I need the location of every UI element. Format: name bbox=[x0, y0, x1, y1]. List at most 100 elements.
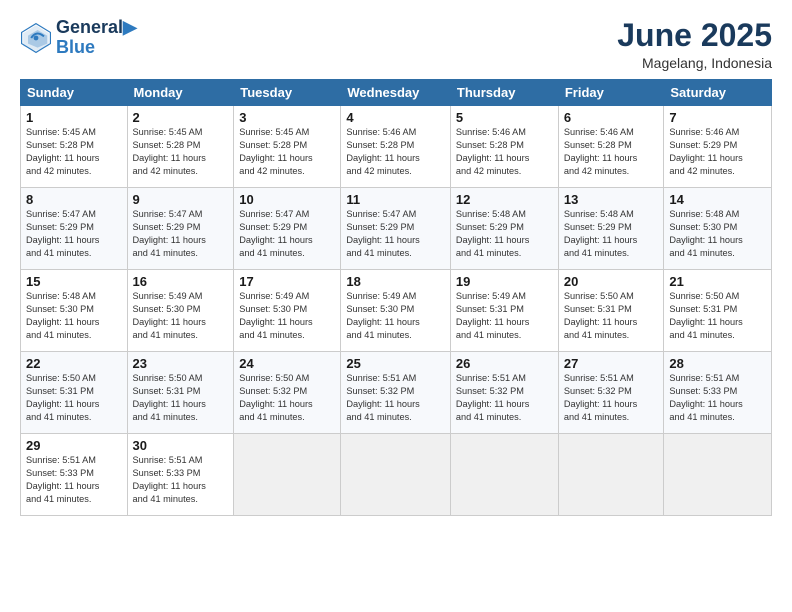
day-number: 19 bbox=[456, 274, 553, 289]
day-number: 27 bbox=[564, 356, 659, 371]
day-info: Sunrise: 5:47 AMSunset: 5:29 PMDaylight:… bbox=[133, 209, 206, 258]
calendar-cell: 5 Sunrise: 5:46 AMSunset: 5:28 PMDayligh… bbox=[450, 106, 558, 188]
day-number: 26 bbox=[456, 356, 553, 371]
calendar-day-header: Sunday bbox=[21, 80, 128, 106]
calendar-cell bbox=[341, 434, 451, 516]
calendar-cell: 29 Sunrise: 5:51 AMSunset: 5:33 PMDaylig… bbox=[21, 434, 128, 516]
page: General▶ Blue June 2025 Magelang, Indone… bbox=[0, 0, 792, 612]
logo-text: General▶ Blue bbox=[56, 18, 137, 58]
day-number: 8 bbox=[26, 192, 122, 207]
day-number: 9 bbox=[133, 192, 229, 207]
calendar-cell: 26 Sunrise: 5:51 AMSunset: 5:32 PMDaylig… bbox=[450, 352, 558, 434]
calendar-cell: 22 Sunrise: 5:50 AMSunset: 5:31 PMDaylig… bbox=[21, 352, 128, 434]
day-number: 2 bbox=[133, 110, 229, 125]
calendar-cell: 20 Sunrise: 5:50 AMSunset: 5:31 PMDaylig… bbox=[558, 270, 664, 352]
calendar-week-row: 22 Sunrise: 5:50 AMSunset: 5:31 PMDaylig… bbox=[21, 352, 772, 434]
calendar-day-header: Wednesday bbox=[341, 80, 451, 106]
day-info: Sunrise: 5:48 AMSunset: 5:30 PMDaylight:… bbox=[669, 209, 742, 258]
day-number: 15 bbox=[26, 274, 122, 289]
day-info: Sunrise: 5:50 AMSunset: 5:31 PMDaylight:… bbox=[669, 291, 742, 340]
day-info: Sunrise: 5:47 AMSunset: 5:29 PMDaylight:… bbox=[239, 209, 312, 258]
calendar-cell: 10 Sunrise: 5:47 AMSunset: 5:29 PMDaylig… bbox=[234, 188, 341, 270]
day-number: 23 bbox=[133, 356, 229, 371]
day-number: 12 bbox=[456, 192, 553, 207]
day-number: 10 bbox=[239, 192, 335, 207]
day-number: 21 bbox=[669, 274, 766, 289]
calendar-cell: 18 Sunrise: 5:49 AMSunset: 5:30 PMDaylig… bbox=[341, 270, 451, 352]
calendar-cell: 2 Sunrise: 5:45 AMSunset: 5:28 PMDayligh… bbox=[127, 106, 234, 188]
day-number: 22 bbox=[26, 356, 122, 371]
calendar-cell: 13 Sunrise: 5:48 AMSunset: 5:29 PMDaylig… bbox=[558, 188, 664, 270]
day-info: Sunrise: 5:46 AMSunset: 5:29 PMDaylight:… bbox=[669, 127, 742, 176]
day-info: Sunrise: 5:51 AMSunset: 5:33 PMDaylight:… bbox=[669, 373, 742, 422]
calendar-week-row: 29 Sunrise: 5:51 AMSunset: 5:33 PMDaylig… bbox=[21, 434, 772, 516]
calendar-week-row: 15 Sunrise: 5:48 AMSunset: 5:30 PMDaylig… bbox=[21, 270, 772, 352]
calendar-cell bbox=[558, 434, 664, 516]
subtitle: Magelang, Indonesia bbox=[617, 55, 772, 71]
calendar-day-header: Tuesday bbox=[234, 80, 341, 106]
day-info: Sunrise: 5:51 AMSunset: 5:32 PMDaylight:… bbox=[346, 373, 419, 422]
calendar-day-header: Saturday bbox=[664, 80, 772, 106]
calendar-cell: 11 Sunrise: 5:47 AMSunset: 5:29 PMDaylig… bbox=[341, 188, 451, 270]
day-info: Sunrise: 5:49 AMSunset: 5:30 PMDaylight:… bbox=[346, 291, 419, 340]
day-number: 18 bbox=[346, 274, 445, 289]
day-info: Sunrise: 5:47 AMSunset: 5:29 PMDaylight:… bbox=[26, 209, 99, 258]
calendar-cell: 21 Sunrise: 5:50 AMSunset: 5:31 PMDaylig… bbox=[664, 270, 772, 352]
day-info: Sunrise: 5:45 AMSunset: 5:28 PMDaylight:… bbox=[26, 127, 99, 176]
calendar-cell: 16 Sunrise: 5:49 AMSunset: 5:30 PMDaylig… bbox=[127, 270, 234, 352]
day-number: 5 bbox=[456, 110, 553, 125]
day-info: Sunrise: 5:45 AMSunset: 5:28 PMDaylight:… bbox=[239, 127, 312, 176]
header: General▶ Blue June 2025 Magelang, Indone… bbox=[20, 18, 772, 71]
day-info: Sunrise: 5:50 AMSunset: 5:32 PMDaylight:… bbox=[239, 373, 312, 422]
calendar-cell: 23 Sunrise: 5:50 AMSunset: 5:31 PMDaylig… bbox=[127, 352, 234, 434]
calendar-cell: 15 Sunrise: 5:48 AMSunset: 5:30 PMDaylig… bbox=[21, 270, 128, 352]
day-info: Sunrise: 5:50 AMSunset: 5:31 PMDaylight:… bbox=[564, 291, 637, 340]
calendar-cell bbox=[234, 434, 341, 516]
title-block: June 2025 Magelang, Indonesia bbox=[617, 18, 772, 71]
day-info: Sunrise: 5:49 AMSunset: 5:30 PMDaylight:… bbox=[133, 291, 206, 340]
calendar-cell: 24 Sunrise: 5:50 AMSunset: 5:32 PMDaylig… bbox=[234, 352, 341, 434]
calendar-cell: 4 Sunrise: 5:46 AMSunset: 5:28 PMDayligh… bbox=[341, 106, 451, 188]
calendar-week-row: 8 Sunrise: 5:47 AMSunset: 5:29 PMDayligh… bbox=[21, 188, 772, 270]
day-number: 20 bbox=[564, 274, 659, 289]
calendar-cell: 12 Sunrise: 5:48 AMSunset: 5:29 PMDaylig… bbox=[450, 188, 558, 270]
calendar-table: SundayMondayTuesdayWednesdayThursdayFrid… bbox=[20, 79, 772, 516]
calendar-header-row: SundayMondayTuesdayWednesdayThursdayFrid… bbox=[21, 80, 772, 106]
day-number: 4 bbox=[346, 110, 445, 125]
calendar-cell: 6 Sunrise: 5:46 AMSunset: 5:28 PMDayligh… bbox=[558, 106, 664, 188]
logo: General▶ Blue bbox=[20, 18, 137, 58]
day-number: 24 bbox=[239, 356, 335, 371]
day-info: Sunrise: 5:46 AMSunset: 5:28 PMDaylight:… bbox=[346, 127, 419, 176]
day-number: 28 bbox=[669, 356, 766, 371]
day-number: 11 bbox=[346, 192, 445, 207]
calendar-day-header: Monday bbox=[127, 80, 234, 106]
calendar-day-header: Thursday bbox=[450, 80, 558, 106]
day-info: Sunrise: 5:49 AMSunset: 5:30 PMDaylight:… bbox=[239, 291, 312, 340]
day-info: Sunrise: 5:51 AMSunset: 5:32 PMDaylight:… bbox=[564, 373, 637, 422]
day-info: Sunrise: 5:50 AMSunset: 5:31 PMDaylight:… bbox=[133, 373, 206, 422]
calendar-cell: 1 Sunrise: 5:45 AMSunset: 5:28 PMDayligh… bbox=[21, 106, 128, 188]
calendar-week-row: 1 Sunrise: 5:45 AMSunset: 5:28 PMDayligh… bbox=[21, 106, 772, 188]
calendar-cell: 14 Sunrise: 5:48 AMSunset: 5:30 PMDaylig… bbox=[664, 188, 772, 270]
calendar-cell: 25 Sunrise: 5:51 AMSunset: 5:32 PMDaylig… bbox=[341, 352, 451, 434]
day-info: Sunrise: 5:51 AMSunset: 5:33 PMDaylight:… bbox=[26, 455, 99, 504]
day-info: Sunrise: 5:46 AMSunset: 5:28 PMDaylight:… bbox=[456, 127, 529, 176]
day-info: Sunrise: 5:48 AMSunset: 5:30 PMDaylight:… bbox=[26, 291, 99, 340]
day-number: 17 bbox=[239, 274, 335, 289]
day-number: 3 bbox=[239, 110, 335, 125]
calendar-cell: 8 Sunrise: 5:47 AMSunset: 5:29 PMDayligh… bbox=[21, 188, 128, 270]
calendar-cell: 9 Sunrise: 5:47 AMSunset: 5:29 PMDayligh… bbox=[127, 188, 234, 270]
day-info: Sunrise: 5:46 AMSunset: 5:28 PMDaylight:… bbox=[564, 127, 637, 176]
day-info: Sunrise: 5:50 AMSunset: 5:31 PMDaylight:… bbox=[26, 373, 99, 422]
day-number: 29 bbox=[26, 438, 122, 453]
day-number: 25 bbox=[346, 356, 445, 371]
day-number: 6 bbox=[564, 110, 659, 125]
day-info: Sunrise: 5:49 AMSunset: 5:31 PMDaylight:… bbox=[456, 291, 529, 340]
calendar-cell: 19 Sunrise: 5:49 AMSunset: 5:31 PMDaylig… bbox=[450, 270, 558, 352]
calendar-cell: 27 Sunrise: 5:51 AMSunset: 5:32 PMDaylig… bbox=[558, 352, 664, 434]
calendar-cell: 28 Sunrise: 5:51 AMSunset: 5:33 PMDaylig… bbox=[664, 352, 772, 434]
day-number: 14 bbox=[669, 192, 766, 207]
calendar-day-header: Friday bbox=[558, 80, 664, 106]
calendar-cell: 17 Sunrise: 5:49 AMSunset: 5:30 PMDaylig… bbox=[234, 270, 341, 352]
day-number: 30 bbox=[133, 438, 229, 453]
